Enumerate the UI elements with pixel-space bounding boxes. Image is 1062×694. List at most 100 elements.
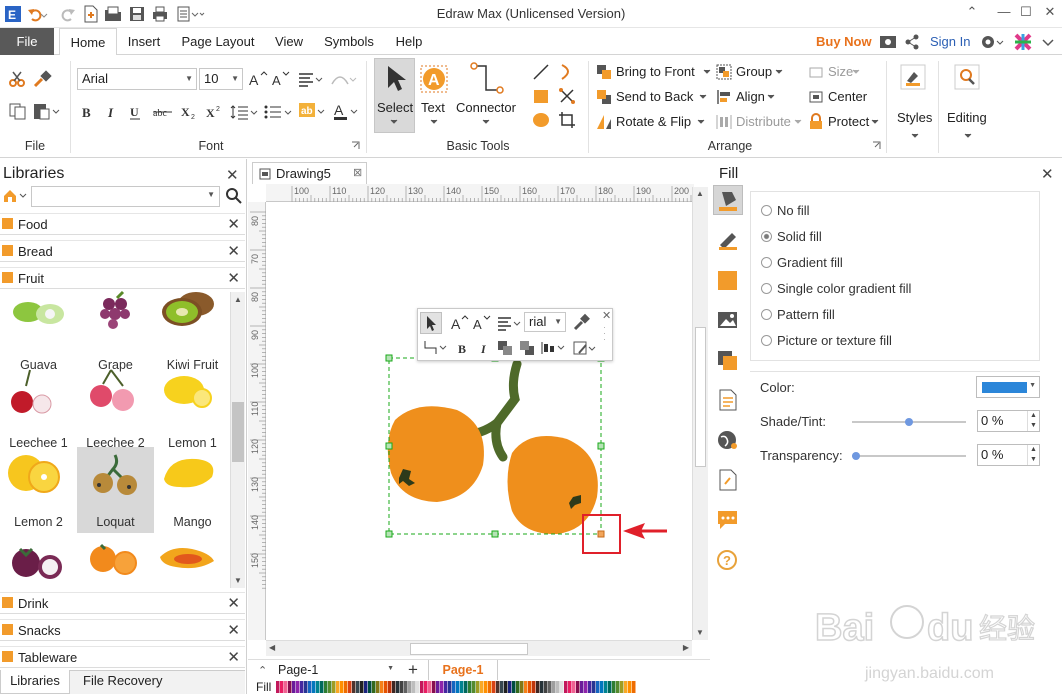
center-button[interactable]: Center	[828, 89, 867, 104]
close-button[interactable]: ✕	[1040, 4, 1060, 22]
ellipse-tool-icon[interactable]	[532, 111, 550, 129]
vertical-scrollbar[interactable]: ▲ ▼	[692, 187, 708, 640]
shade-tint-input[interactable]: 0 % ▲ ▼	[977, 410, 1040, 432]
palette-swatch[interactable]	[512, 681, 516, 693]
close-icon[interactable]: ✕	[227, 215, 240, 233]
palette-swatch[interactable]	[416, 681, 420, 693]
palette-swatch[interactable]	[632, 681, 636, 693]
arrange-dialog-launcher-icon[interactable]	[872, 141, 881, 150]
palette-swatch[interactable]	[560, 681, 564, 693]
palette-swatch[interactable]	[412, 681, 416, 693]
category-bread[interactable]: Bread ✕	[0, 240, 245, 262]
loquat-shape[interactable]	[387, 359, 598, 535]
palette-swatch[interactable]	[508, 681, 512, 693]
slider-knob[interactable]	[905, 418, 913, 426]
category-tableware[interactable]: Tableware ✕	[0, 646, 245, 668]
palette-swatch[interactable]	[444, 681, 448, 693]
palette-swatch[interactable]	[468, 681, 472, 693]
palette-swatch[interactable]	[520, 681, 524, 693]
styles-dropdown-icon[interactable]	[911, 133, 919, 139]
color-palette[interactable]	[276, 681, 636, 693]
fill-panel-close-icon[interactable]: ✕	[1041, 165, 1054, 183]
tab-home[interactable]: Home	[59, 28, 117, 56]
crop-tool-icon[interactable]	[558, 111, 576, 129]
palette-swatch[interactable]	[432, 681, 436, 693]
palette-swatch[interactable]	[580, 681, 584, 693]
palette-swatch[interactable]	[424, 681, 428, 693]
group-button[interactable]: Group	[736, 64, 772, 79]
copy-icon[interactable]	[8, 102, 28, 120]
palette-swatch[interactable]	[452, 681, 456, 693]
palette-swatch[interactable]	[428, 681, 432, 693]
close-icon[interactable]: ✕	[227, 594, 240, 612]
palette-swatch[interactable]	[556, 681, 560, 693]
cut-icon[interactable]	[8, 70, 26, 88]
palette-swatch[interactable]	[340, 681, 344, 693]
shape-kiwi[interactable]: Kiwi Fruit	[154, 290, 230, 376]
mini-increase-font-icon[interactable]: A	[450, 314, 470, 332]
palette-swatch[interactable]	[516, 681, 520, 693]
palette-swatch[interactable]	[572, 681, 576, 693]
editing-dropdown-icon[interactable]	[964, 133, 972, 139]
bring-to-front-button[interactable]: Bring to Front	[616, 64, 695, 79]
palette-swatch[interactable]	[368, 681, 372, 693]
palette-swatch[interactable]	[320, 681, 324, 693]
styles-button[interactable]: Styles	[897, 110, 932, 125]
fill-option-single-color-gradient[interactable]: Single color gradient fill	[761, 281, 911, 296]
palette-swatch[interactable]	[308, 681, 312, 693]
palette-swatch[interactable]	[492, 681, 496, 693]
shape-loquat[interactable]: Loquat	[77, 447, 154, 533]
mini-toolbar-grip-icon[interactable]: · · ·	[603, 323, 606, 344]
buy-now-link[interactable]: Buy Now	[816, 34, 872, 49]
italic-icon[interactable]: I	[105, 104, 119, 120]
font-dialog-launcher-icon[interactable]	[351, 141, 360, 150]
shape-guava[interactable]: Guava	[0, 290, 77, 376]
font-color-icon[interactable]: A	[333, 102, 361, 120]
styles-icon[interactable]	[900, 64, 926, 90]
palette-swatch[interactable]	[496, 681, 500, 693]
palette-swatch[interactable]	[500, 681, 504, 693]
decrease-font-icon[interactable]: A	[271, 70, 291, 88]
distribute-dropdown-icon[interactable]	[794, 119, 802, 125]
distribute-button[interactable]: Distribute	[736, 114, 791, 129]
category-food[interactable]: Food ✕	[0, 213, 245, 235]
palette-swatch[interactable]	[348, 681, 352, 693]
palette-swatch[interactable]	[448, 681, 452, 693]
palette-swatch[interactable]	[276, 681, 280, 693]
mini-connector-icon[interactable]	[422, 338, 448, 356]
palette-swatch[interactable]	[600, 681, 604, 693]
close-icon[interactable]: ✕	[227, 621, 240, 639]
editing-search-icon[interactable]	[954, 64, 980, 90]
palette-swatch[interactable]	[304, 681, 308, 693]
size-dropdown-icon[interactable]	[852, 69, 860, 75]
library-search-icon[interactable]	[226, 188, 242, 204]
palette-swatch[interactable]	[408, 681, 412, 693]
palette-swatch[interactable]	[300, 681, 304, 693]
size-button[interactable]: Size	[828, 64, 853, 79]
palette-swatch[interactable]	[536, 681, 540, 693]
document-tab[interactable]: Drawing5 ⊠	[252, 162, 367, 184]
palette-swatch[interactable]	[296, 681, 300, 693]
subscript-icon[interactable]: X2	[180, 104, 198, 120]
close-icon[interactable]: ✕	[227, 269, 240, 287]
page-tab[interactable]: Page-1	[428, 660, 498, 681]
text-highlight-icon[interactable]: ab	[298, 102, 326, 120]
fill-option-picture-texture[interactable]: Picture or texture fill	[761, 333, 892, 348]
mini-format-painter-icon[interactable]	[572, 313, 592, 331]
file-menu[interactable]: File	[0, 28, 54, 55]
ribbon-options-icon[interactable]	[1040, 34, 1056, 50]
palette-swatch[interactable]	[436, 681, 440, 693]
fill-option-no-fill[interactable]: No fill	[761, 203, 810, 218]
shape-grape[interactable]: Grape	[77, 290, 154, 376]
palette-swatch[interactable]	[440, 681, 444, 693]
palette-swatch[interactable]	[336, 681, 340, 693]
palette-swatch[interactable]	[356, 681, 360, 693]
libraries-close-icon[interactable]: ✕	[226, 166, 239, 184]
send-to-back-dropdown-icon[interactable]	[699, 94, 707, 100]
palette-swatch[interactable]	[608, 681, 612, 693]
palette-swatch[interactable]	[552, 681, 556, 693]
palette-swatch[interactable]	[384, 681, 388, 693]
tab-view[interactable]: View	[270, 28, 308, 55]
palette-swatch[interactable]	[380, 681, 384, 693]
shape-leechee-1[interactable]: Leechee 1	[0, 368, 77, 454]
